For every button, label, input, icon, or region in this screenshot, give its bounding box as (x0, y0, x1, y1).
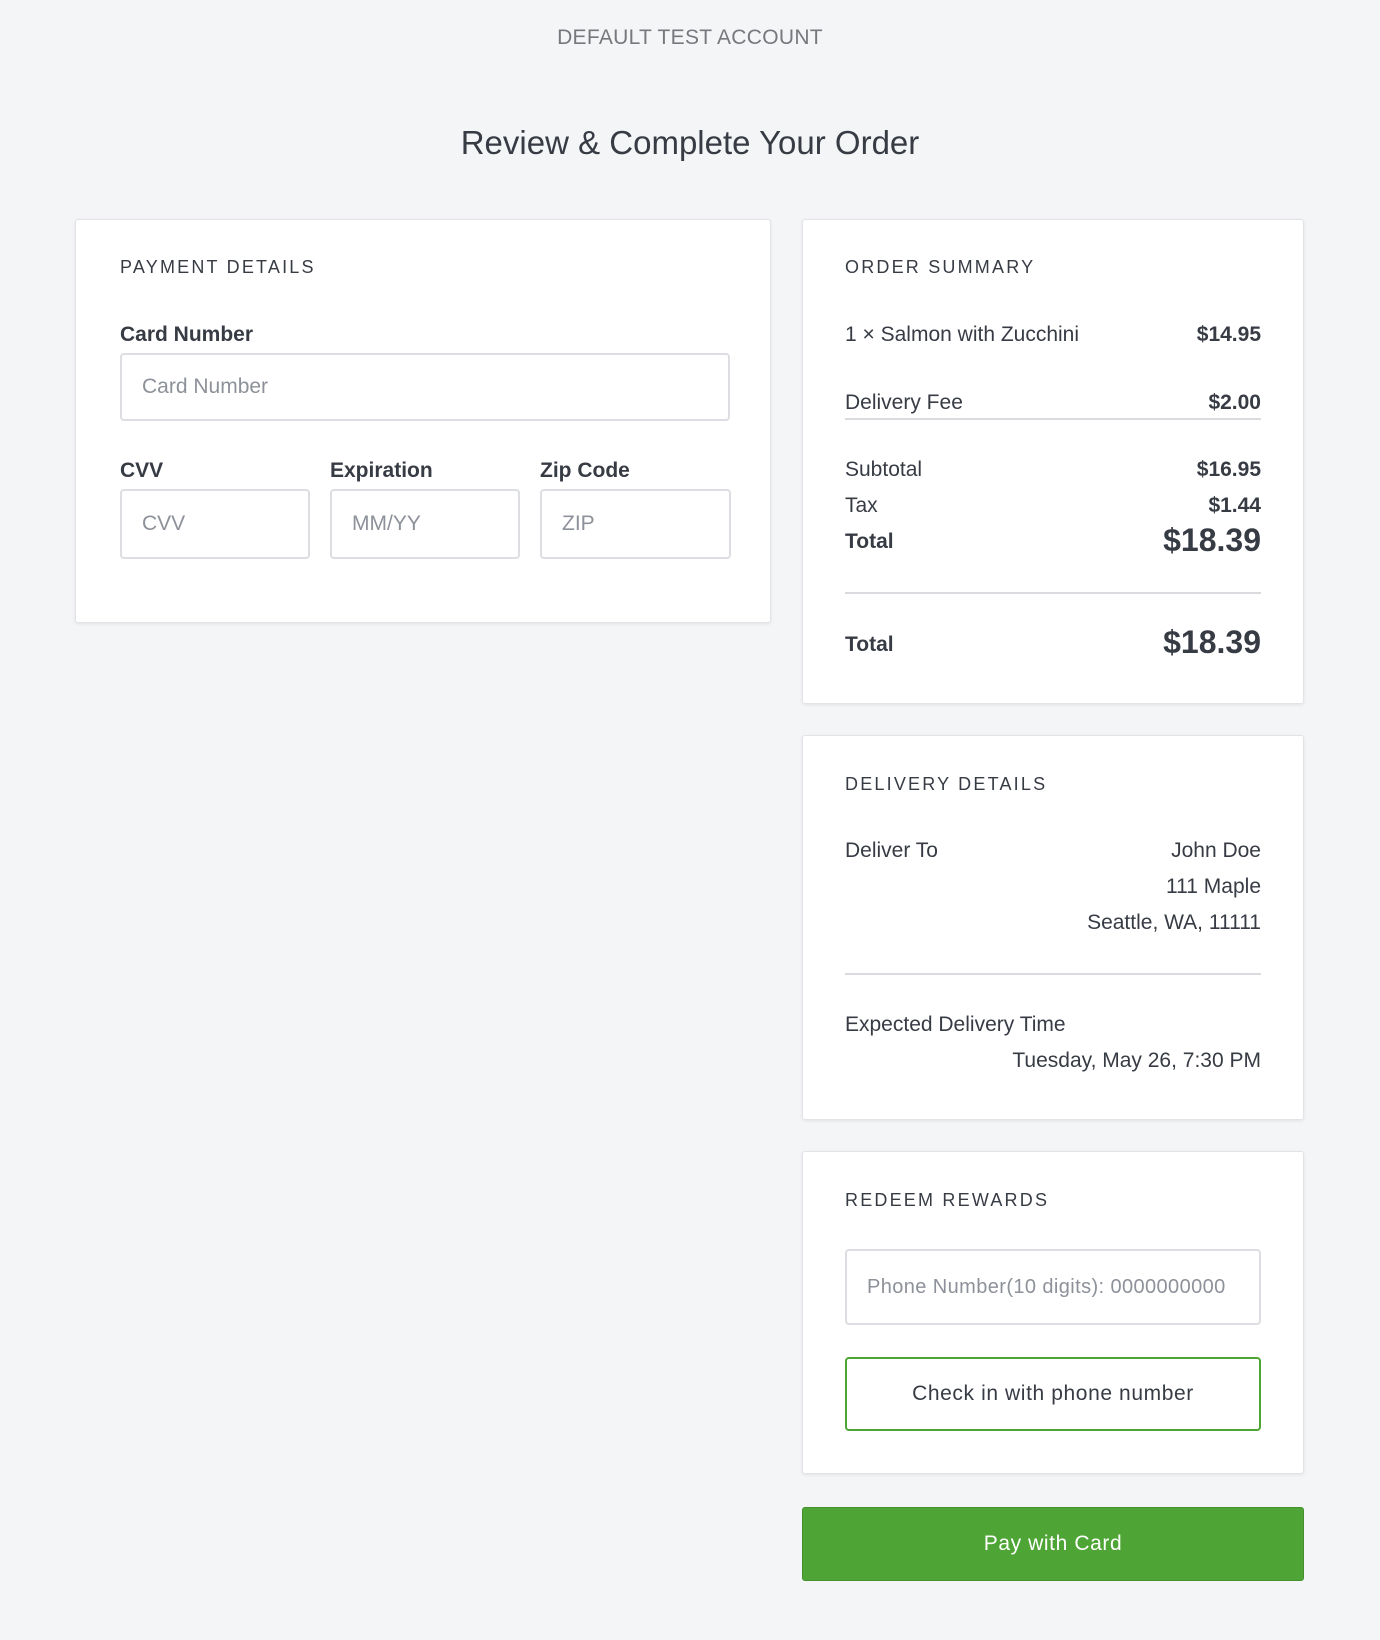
address-street: 111 Maple (1166, 875, 1261, 898)
divider (845, 973, 1261, 975)
line-item-name: 1 × Salmon with Zucchini (845, 323, 1080, 346)
delivery-fee-value: $2.00 (1208, 391, 1261, 414)
payment-details-card: PAYMENT DETAILS Card Number CVV Expirati… (75, 219, 771, 623)
redeem-rewards-card: REDEEM REWARDS Check in with phone numbe… (802, 1151, 1304, 1474)
zip-code-input[interactable] (540, 489, 731, 559)
card-number-label: Card Number (120, 323, 254, 346)
tax-value: $1.44 (1208, 494, 1261, 517)
payment-details-title: PAYMENT DETAILS (120, 257, 316, 277)
order-summary-card: ORDER SUMMARY 1 × Salmon with Zucchini $… (802, 219, 1304, 704)
expected-time-value: Tuesday, May 26, 7:30 PM (1012, 1049, 1261, 1072)
pay-with-card-button[interactable]: Pay with Card (802, 1507, 1304, 1581)
account-name: DEFAULT TEST ACCOUNT (557, 26, 823, 49)
grand-total-value: $18.39 (1163, 624, 1261, 660)
expiration-label: Expiration (330, 459, 433, 482)
line-item-price: $14.95 (1196, 323, 1261, 346)
delivery-details-card: DELIVERY DETAILS Deliver To John Doe 111… (802, 735, 1304, 1120)
expected-time-label: Expected Delivery Time (845, 1013, 1066, 1036)
total-label: Total (845, 530, 894, 553)
zip-code-label: Zip Code (540, 459, 630, 482)
deliver-to-label: Deliver To (845, 839, 938, 862)
divider (845, 418, 1261, 420)
cvv-label: CVV (120, 459, 164, 482)
cvv-input[interactable] (120, 489, 310, 559)
address-city: Seattle, WA, 11111 (1087, 911, 1261, 934)
tax-label: Tax (845, 494, 878, 517)
page-title: Review & Complete Your Order (460, 124, 920, 161)
expiration-input[interactable] (330, 489, 520, 559)
delivery-fee-label: Delivery Fee (845, 391, 963, 414)
subtotal-label: Subtotal (845, 458, 923, 481)
subtotal-value: $16.95 (1196, 458, 1261, 481)
order-summary-title: ORDER SUMMARY (845, 257, 1036, 277)
recipient-name: John Doe (1171, 839, 1261, 862)
phone-number-input[interactable] (845, 1249, 1261, 1325)
redeem-rewards-title: REDEEM REWARDS (845, 1190, 1050, 1210)
card-number-input[interactable] (120, 353, 730, 421)
delivery-details-title: DELIVERY DETAILS (845, 774, 1048, 794)
grand-total-label: Total (845, 633, 894, 656)
divider (845, 592, 1261, 594)
check-in-button[interactable]: Check in with phone number (845, 1357, 1261, 1431)
total-value: $18.39 (1163, 522, 1261, 558)
